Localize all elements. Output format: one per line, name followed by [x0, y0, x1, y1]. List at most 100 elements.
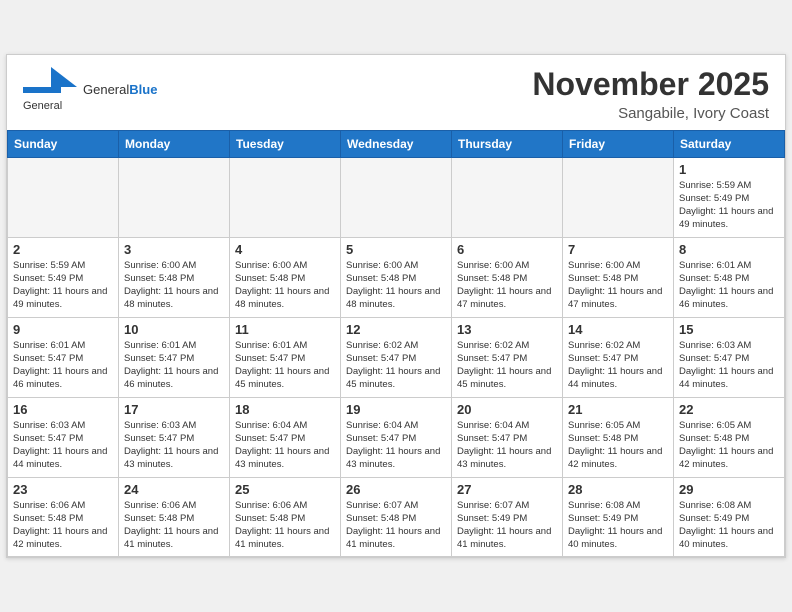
day-number: 20 — [457, 402, 557, 417]
day-info: Sunrise: 6:00 AMSunset: 5:48 PMDaylight:… — [235, 259, 335, 312]
table-row — [230, 157, 341, 237]
table-row: 26 Sunrise: 6:07 AMSunset: 5:48 PMDayligh… — [341, 477, 452, 556]
day-info: Sunrise: 6:02 AMSunset: 5:47 PMDaylight:… — [457, 339, 557, 392]
day-info: Sunrise: 6:05 AMSunset: 5:48 PMDaylight:… — [568, 419, 668, 472]
day-number: 3 — [124, 242, 224, 257]
day-info: Sunrise: 6:02 AMSunset: 5:47 PMDaylight:… — [568, 339, 668, 392]
day-info: Sunrise: 6:00 AMSunset: 5:48 PMDaylight:… — [568, 259, 668, 312]
table-row: 25 Sunrise: 6:06 AMSunset: 5:48 PMDayligh… — [230, 477, 341, 556]
day-info: Sunrise: 6:08 AMSunset: 5:49 PMDaylight:… — [679, 499, 779, 552]
svg-text:General: General — [23, 100, 62, 112]
day-info: Sunrise: 6:01 AMSunset: 5:48 PMDaylight:… — [679, 259, 779, 312]
day-number: 13 — [457, 322, 557, 337]
day-number: 27 — [457, 482, 557, 497]
table-row: 21 Sunrise: 6:05 AMSunset: 5:48 PMDayligh… — [563, 397, 674, 477]
day-number: 6 — [457, 242, 557, 257]
day-info: Sunrise: 6:00 AMSunset: 5:48 PMDaylight:… — [457, 259, 557, 312]
day-number: 26 — [346, 482, 446, 497]
logo-general: GeneralBlue — [83, 83, 157, 97]
table-row: 23Sunrise: 6:06 AMSunset: 5:48 PMDayligh… — [8, 477, 119, 556]
table-row: 14 Sunrise: 6:02 AMSunset: 5:47 PMDayligh… — [563, 317, 674, 397]
table-row — [563, 157, 674, 237]
logo-icon: General — [23, 67, 77, 113]
day-number: 29 — [679, 482, 779, 497]
weekday-header-row: Sunday Monday Tuesday Wednesday Thursday… — [8, 130, 785, 157]
month-title: November 2025 — [532, 67, 769, 102]
day-info: Sunrise: 6:01 AMSunset: 5:47 PMDaylight:… — [124, 339, 224, 392]
day-info: Sunrise: 5:59 AMSunset: 5:49 PMDaylight:… — [679, 179, 779, 232]
day-number: 17 — [124, 402, 224, 417]
table-row: 1 Sunrise: 5:59 AMSunset: 5:49 PMDaylight… — [674, 157, 785, 237]
day-number: 10 — [124, 322, 224, 337]
day-number: 2 — [13, 242, 113, 257]
table-row: 12Sunrise: 6:02 AMSunset: 5:47 PMDayligh… — [341, 317, 452, 397]
day-info: Sunrise: 6:00 AMSunset: 5:48 PMDaylight:… — [346, 259, 446, 312]
day-number: 28 — [568, 482, 668, 497]
header-monday: Monday — [119, 130, 230, 157]
table-row: 18 Sunrise: 6:04 AMSunset: 5:47 PMDayligh… — [230, 397, 341, 477]
table-row: 22 Sunrise: 6:05 AMSunset: 5:48 PMDayligh… — [674, 397, 785, 477]
day-number: 15 — [679, 322, 779, 337]
table-row: 29 Sunrise: 6:08 AMSunset: 5:49 PMDayligh… — [674, 477, 785, 556]
table-row: 10 Sunrise: 6:01 AMSunset: 5:47 PMDayligh… — [119, 317, 230, 397]
header-tuesday: Tuesday — [230, 130, 341, 157]
day-info: Sunrise: 6:03 AMSunset: 5:47 PMDaylight:… — [13, 419, 113, 472]
day-number: 22 — [679, 402, 779, 417]
day-info: Sunrise: 6:04 AMSunset: 5:47 PMDaylight:… — [457, 419, 557, 472]
header-saturday: Saturday — [674, 130, 785, 157]
day-number: 5 — [346, 242, 446, 257]
table-row: 5 Sunrise: 6:00 AMSunset: 5:48 PMDaylight… — [341, 237, 452, 317]
day-info: Sunrise: 6:06 AMSunset: 5:48 PMDaylight:… — [124, 499, 224, 552]
day-info: Sunrise: 6:04 AMSunset: 5:47 PMDaylight:… — [346, 419, 446, 472]
table-row — [341, 157, 452, 237]
table-row: 15 Sunrise: 6:03 AMSunset: 5:47 PMDayligh… — [674, 317, 785, 397]
day-number: 18 — [235, 402, 335, 417]
table-row: 8Sunrise: 6:01 AMSunset: 5:48 PMDaylight… — [674, 237, 785, 317]
day-number: 21 — [568, 402, 668, 417]
header: General GeneralBlue November 2025 Sangab… — [7, 55, 785, 129]
table-row — [452, 157, 563, 237]
title-area: November 2025 Sangabile, Ivory Coast — [532, 67, 769, 121]
logo-area: General GeneralBlue — [23, 67, 157, 113]
table-row: 11Sunrise: 6:01 AMSunset: 5:47 PMDayligh… — [230, 317, 341, 397]
table-row: 3 Sunrise: 6:00 AMSunset: 5:48 PMDaylight… — [119, 237, 230, 317]
day-number: 16 — [13, 402, 113, 417]
day-info: Sunrise: 6:01 AMSunset: 5:47 PMDaylight:… — [235, 339, 335, 392]
header-wednesday: Wednesday — [341, 130, 452, 157]
day-info: Sunrise: 5:59 AMSunset: 5:49 PMDaylight:… — [13, 259, 113, 312]
day-info: Sunrise: 6:01 AMSunset: 5:47 PMDaylight:… — [13, 339, 113, 392]
day-info: Sunrise: 6:03 AMSunset: 5:47 PMDaylight:… — [679, 339, 779, 392]
day-number: 7 — [568, 242, 668, 257]
table-row: 9 Sunrise: 6:01 AMSunset: 5:47 PMDaylight… — [8, 317, 119, 397]
header-friday: Friday — [563, 130, 674, 157]
logo-text-block: GeneralBlue — [83, 83, 157, 97]
table-row: 19 Sunrise: 6:04 AMSunset: 5:47 PMDayligh… — [341, 397, 452, 477]
location-title: Sangabile, Ivory Coast — [532, 105, 769, 122]
table-row: 17Sunrise: 6:03 AMSunset: 5:47 PMDayligh… — [119, 397, 230, 477]
day-info: Sunrise: 6:05 AMSunset: 5:48 PMDaylight:… — [679, 419, 779, 472]
day-number: 14 — [568, 322, 668, 337]
calendar-container: General GeneralBlue November 2025 Sangab… — [6, 54, 786, 557]
calendar-table: Sunday Monday Tuesday Wednesday Thursday… — [7, 130, 785, 557]
day-number: 1 — [679, 162, 779, 177]
table-row — [119, 157, 230, 237]
header-thursday: Thursday — [452, 130, 563, 157]
day-info: Sunrise: 6:07 AMSunset: 5:48 PMDaylight:… — [346, 499, 446, 552]
day-number: 24 — [124, 482, 224, 497]
table-row: 28 Sunrise: 6:08 AMSunset: 5:49 PMDayligh… — [563, 477, 674, 556]
day-info: Sunrise: 6:08 AMSunset: 5:49 PMDaylight:… — [568, 499, 668, 552]
table-row: 4 Sunrise: 6:00 AMSunset: 5:48 PMDaylight… — [230, 237, 341, 317]
table-row: 7 Sunrise: 6:00 AMSunset: 5:48 PMDaylight… — [563, 237, 674, 317]
day-info: Sunrise: 6:04 AMSunset: 5:47 PMDaylight:… — [235, 419, 335, 472]
day-number: 25 — [235, 482, 335, 497]
day-info: Sunrise: 6:00 AMSunset: 5:48 PMDaylight:… — [124, 259, 224, 312]
table-row: 2 Sunrise: 5:59 AMSunset: 5:49 PMDaylight… — [8, 237, 119, 317]
table-row: 13 Sunrise: 6:02 AMSunset: 5:47 PMDayligh… — [452, 317, 563, 397]
day-number: 9 — [13, 322, 113, 337]
table-row: 27Sunrise: 6:07 AMSunset: 5:49 PMDayligh… — [452, 477, 563, 556]
day-info: Sunrise: 6:02 AMSunset: 5:47 PMDaylight:… — [346, 339, 446, 392]
table-row: 24 Sunrise: 6:06 AMSunset: 5:48 PMDayligh… — [119, 477, 230, 556]
day-number: 19 — [346, 402, 446, 417]
day-info: Sunrise: 6:06 AMSunset: 5:48 PMDaylight:… — [235, 499, 335, 552]
day-number: 4 — [235, 242, 335, 257]
